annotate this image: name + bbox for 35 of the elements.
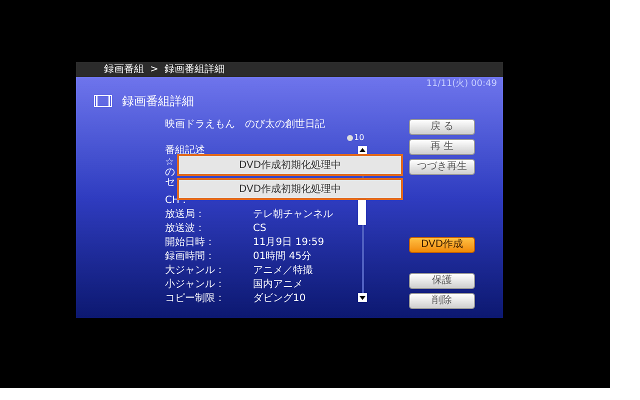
detail-label: コピー制限： (165, 292, 226, 306)
menu-button[interactable]: DVD作成 (409, 236, 475, 252)
scroll-down-icon[interactable] (358, 292, 367, 302)
breadcrumb-item[interactable]: 録画番組 (104, 62, 144, 77)
detail-value: テレ朝チャンネル (253, 208, 333, 222)
copy-count: 10 (354, 134, 364, 142)
detail-value: 11月9日 19:59 (253, 236, 324, 250)
menu-button[interactable]: 保護 (409, 272, 475, 288)
program-title: 映画ドラえもん のび太の創世日記 (165, 118, 326, 132)
detail-value: ダビング10 (253, 292, 306, 306)
detail-label: 放送局： (165, 208, 206, 222)
film-icon (94, 94, 112, 106)
breadcrumb-item[interactable]: 録画番組詳細 (164, 62, 224, 77)
breadcrumb-separator: > (150, 63, 158, 77)
detail-label: 開始日時： (165, 236, 216, 250)
menu-button[interactable]: 削除 (409, 292, 475, 308)
menu-button[interactable]: 再 生 (409, 138, 475, 154)
progress-dialog: DVD作成初期化処理中 (177, 178, 403, 200)
datetime: 11/11(火) 00:49 (426, 78, 497, 91)
description-line: の (165, 168, 175, 178)
detail-value: CS (253, 222, 266, 236)
menu-button[interactable]: つづき再生 (409, 158, 475, 174)
detail-label: 小ジャンル： (165, 278, 226, 292)
description-line: セ (165, 178, 175, 188)
page-title: 録画番組詳細 (122, 92, 194, 110)
detail-label: 放送波： (165, 222, 206, 236)
detail-value: 01時間 45分 (253, 250, 312, 264)
scroll-up-icon[interactable] (358, 146, 367, 154)
progress-dialog: DVD作成初期化処理中 (177, 154, 403, 176)
detail-label: 大ジャンル： (165, 264, 226, 278)
menu-button[interactable]: 戻 る (409, 118, 475, 134)
description-line: ☆ (165, 158, 174, 168)
detail-value: アニメ／特撮 (253, 264, 313, 278)
detail-value: 国内アニメ (253, 278, 303, 292)
detail-label: 録画時間： (165, 250, 216, 264)
